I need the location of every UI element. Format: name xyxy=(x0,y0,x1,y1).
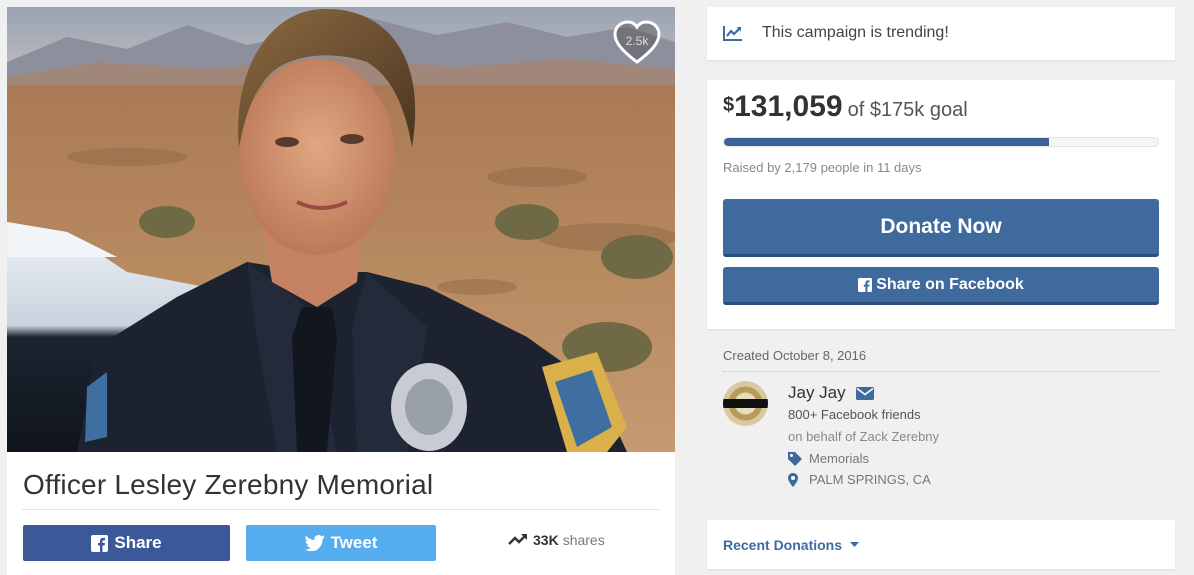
amount-raised: $ 131,059 of $175k goal xyxy=(723,90,968,124)
share-button-label: Share xyxy=(114,533,162,552)
trending-banner: This campaign is trending! xyxy=(707,7,1175,60)
organizer-avatar[interactable] xyxy=(723,381,768,426)
recent-donations-panel: Recent Donations xyxy=(707,520,1175,569)
recent-donations-toggle[interactable]: Recent Donations xyxy=(723,537,860,553)
map-pin-icon xyxy=(788,472,804,487)
progress-fill xyxy=(724,138,1050,146)
tweet-button[interactable]: Tweet xyxy=(246,525,436,561)
share-on-facebook-label: Share on Facebook xyxy=(876,275,1024,293)
share-count-label: shares xyxy=(562,532,605,548)
envelope-icon[interactable] xyxy=(855,386,874,400)
twitter-bird-icon xyxy=(304,535,325,551)
campaign-photo: 2.5k xyxy=(7,7,675,452)
donation-panel: $ 131,059 of $175k goal Raised by 2,179 … xyxy=(707,80,1175,329)
tweet-button-label: Tweet xyxy=(330,533,378,552)
category-link[interactable]: Memorials xyxy=(788,451,869,466)
facebook-share-button[interactable]: Share xyxy=(23,525,230,561)
caret-down-icon xyxy=(850,542,860,548)
progress-bar xyxy=(723,137,1159,147)
created-date: Created October 8, 2016 xyxy=(723,348,867,363)
goal-text: of $175k goal xyxy=(847,99,968,121)
facebook-icon xyxy=(91,534,109,552)
recent-donations-label: Recent Donations xyxy=(723,537,843,553)
campaign-card: 2.5k Officer Lesley Zerebny Memorial Sha… xyxy=(7,7,675,575)
trending-text: This campaign is trending! xyxy=(762,24,949,41)
donate-now-button[interactable]: Donate Now xyxy=(723,199,1159,257)
amount-value: 131,059 xyxy=(734,90,843,123)
on-behalf-of: on behalf of Zack Zerebny xyxy=(788,429,940,444)
location-text: PALM SPRINGS, CA xyxy=(809,472,931,487)
facebook-icon xyxy=(858,277,873,292)
tag-icon xyxy=(788,451,804,466)
share-on-facebook-button[interactable]: Share on Facebook xyxy=(723,267,1159,305)
raised-by-text: Raised by 2,179 people in 11 days xyxy=(723,160,922,175)
organizer-name[interactable]: Jay Jay xyxy=(788,383,874,403)
share-count-value: 33K xyxy=(533,532,559,548)
campaign-title: Officer Lesley Zerebny Memorial xyxy=(23,469,434,500)
organizer-name-text: Jay Jay xyxy=(788,383,846,402)
divider xyxy=(723,371,1159,372)
trending-chart-icon xyxy=(723,25,743,46)
officer-portrait-image xyxy=(7,7,675,452)
trending-arrow-icon xyxy=(508,532,528,548)
facebook-friends: 800+ Facebook friends xyxy=(788,407,921,422)
location: PALM SPRINGS, CA xyxy=(788,472,931,487)
heart-like-button[interactable]: 2.5k xyxy=(613,20,661,66)
category-text: Memorials xyxy=(809,451,869,466)
heart-count: 2.5k xyxy=(625,34,649,48)
share-count: 33K shares xyxy=(508,532,605,548)
currency-symbol: $ xyxy=(723,94,735,116)
divider xyxy=(23,509,660,510)
